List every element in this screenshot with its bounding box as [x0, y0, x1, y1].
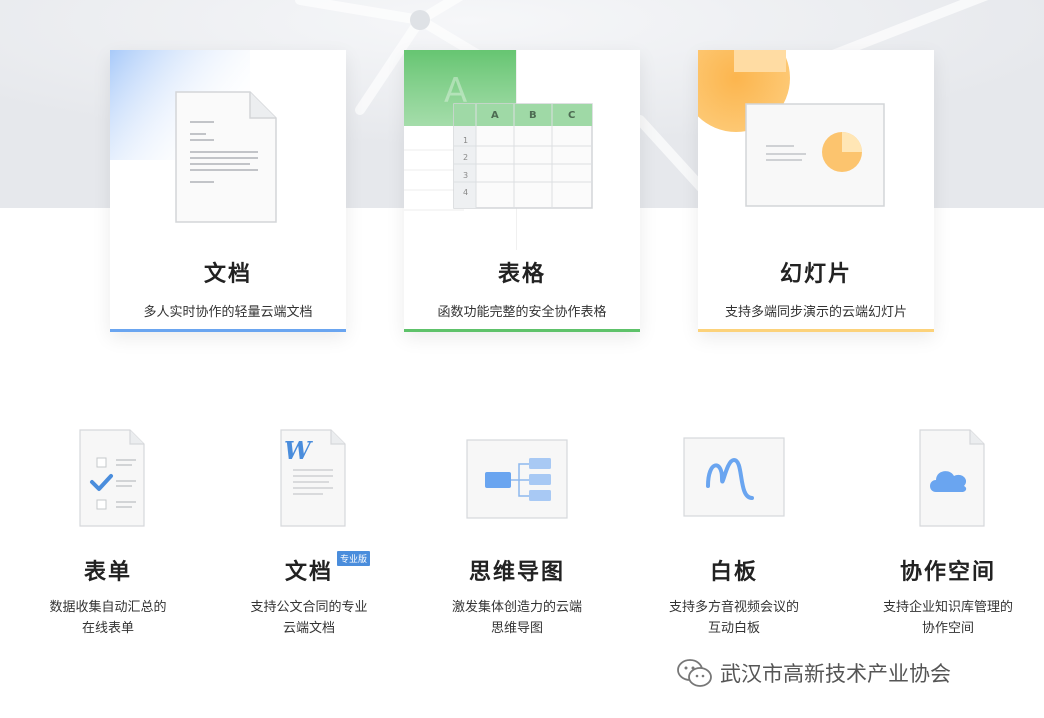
item-description: 数据收集自动汇总的 在线表单 [13, 597, 203, 639]
column-header: A [491, 110, 499, 121]
item-description-line: 云端文档 [282, 621, 335, 636]
card-description: 支持多端同步演示的云端幻灯片 [724, 305, 907, 320]
item-description: 激发集体创造力的云端 思维导图 [422, 597, 612, 639]
item-description-line: 互动白板 [707, 621, 760, 636]
spreadsheet-icon: A [404, 50, 593, 250]
document-icon [110, 50, 277, 223]
card-description: 多人实时协作的轻量云端文档 [143, 305, 313, 320]
item-title: 协作空间 [899, 559, 996, 585]
item-title: 表单 [83, 559, 132, 585]
item-title-text: 文档 [284, 559, 333, 585]
item-description-line: 支持企业知识库管理的 [882, 600, 1013, 615]
item-description-line: 支持多方音视频会议的 [668, 600, 799, 615]
row-header: 3 [463, 171, 469, 180]
column-header: C [568, 110, 576, 121]
column-header: B [529, 110, 537, 121]
watermark-text: 武汉市高新技术产业协会 [720, 662, 951, 686]
item-description-line: 数据收集自动汇总的 [49, 600, 167, 615]
item-description-line: 支持公文合同的专业 [250, 600, 368, 615]
item-title: 思维导图 [468, 559, 565, 585]
card-document[interactable]: 文档 多人实时协作的轻量云端文档 [110, 50, 346, 332]
pro-badge: 专业版 [337, 551, 371, 566]
item-form[interactable]: 表单 数据收集自动汇总的 在线表单 [13, 420, 203, 650]
row-header: 2 [463, 153, 469, 162]
item-description: 支持公文合同的专业 云端文档 [214, 597, 404, 639]
cloud-space-icon [919, 429, 985, 527]
word-letter: W [284, 436, 311, 465]
card-description: 函数功能完整的安全协作表格 [437, 305, 607, 320]
card-slides[interactable]: 幻灯片 支持多端同步演示的云端幻灯片 [698, 50, 934, 332]
item-description-line: 思维导图 [490, 621, 543, 636]
row-header: 4 [463, 188, 469, 197]
mind-map-icon [466, 439, 568, 519]
item-description: 支持多方音视频会议的 互动白板 [639, 597, 829, 639]
item-title: 白板 [709, 559, 758, 585]
item-description-line: 激发集体创造力的云端 [451, 600, 582, 615]
card-title: 表格 [497, 261, 546, 287]
item-description-line: 协作空间 [921, 621, 974, 636]
item-description-line: 在线表单 [81, 621, 134, 636]
slides-icon [698, 50, 885, 207]
row-header: 1 [463, 136, 469, 145]
item-pro-document[interactable]: W 文档 专业版 支持公文合同的专业 云端文档 [214, 420, 404, 650]
card-accent-bar [698, 329, 934, 332]
form-checklist-icon [79, 429, 145, 527]
wechat-icon [677, 659, 712, 687]
item-collab-space[interactable]: 协作空间 支持企业知识库管理的 协作空间 [853, 420, 1043, 650]
item-whiteboard[interactable]: 白板 支持多方音视频会议的 互动白板 [639, 420, 829, 650]
card-accent-bar [404, 329, 640, 332]
item-description: 支持企业知识库管理的 协作空间 [853, 597, 1043, 639]
card-title: 幻灯片 [779, 261, 852, 287]
watermark: 武汉市高新技术产业协会 [676, 656, 951, 690]
card-accent-bar [110, 329, 346, 332]
whiteboard-icon [683, 437, 785, 517]
item-mind-map[interactable]: 思维导图 激发集体创造力的云端 思维导图 [422, 420, 612, 650]
card-title: 文档 [203, 261, 252, 287]
item-title: 文档 [214, 554, 404, 586]
card-spreadsheet[interactable]: A A B C 1 2 3 4 表格 函数功能完整的安全协作表格 [404, 50, 640, 332]
